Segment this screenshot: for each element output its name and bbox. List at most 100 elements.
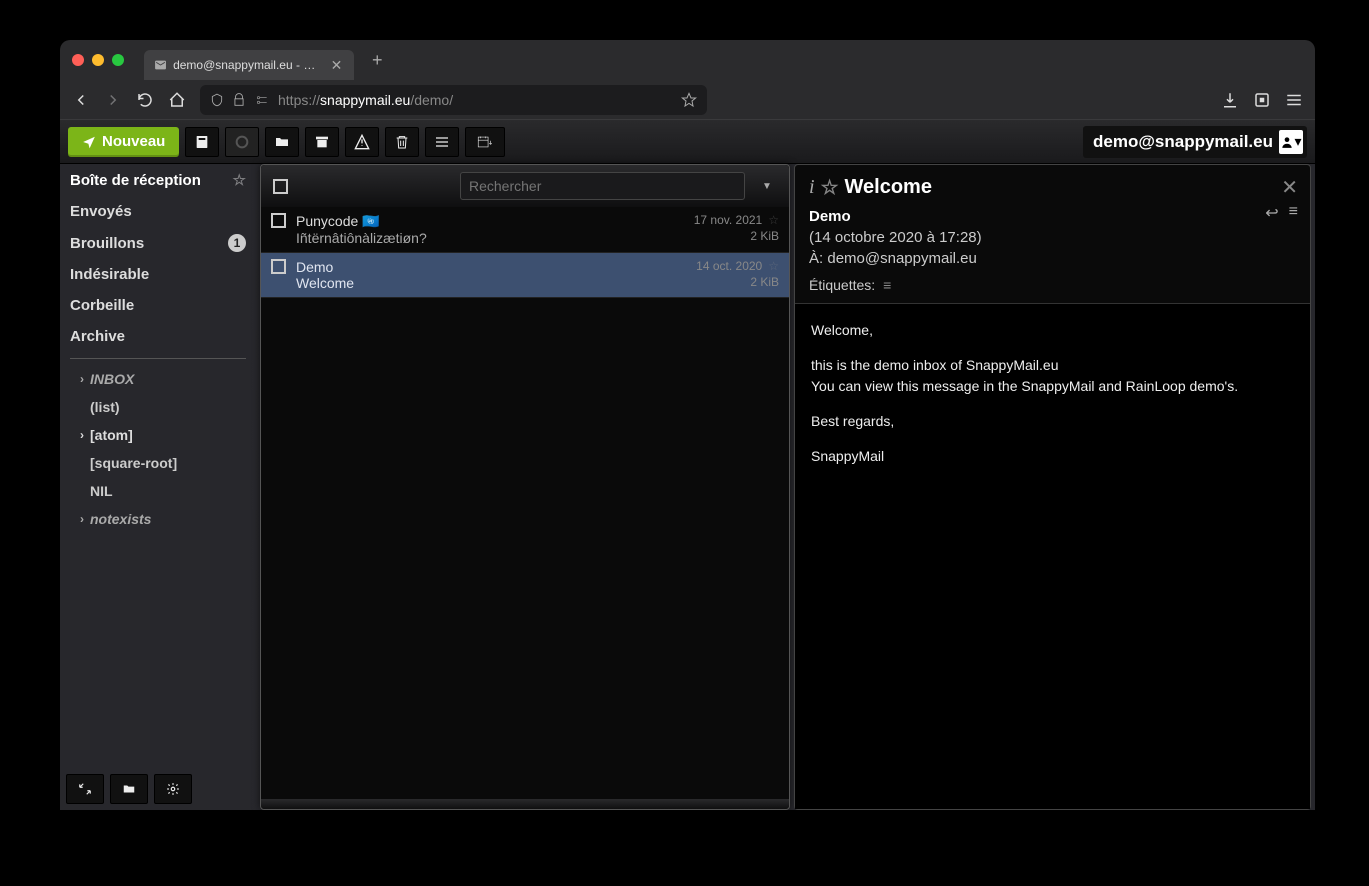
subfolder-label: (list) — [90, 399, 120, 415]
folder-inbox[interactable]: Boîte de réception ☆ — [60, 164, 256, 196]
folder-button[interactable] — [265, 127, 299, 157]
message-date: 17 nov. 2021 — [694, 213, 763, 227]
reader-date: (14 octobre 2020 à 17:28) — [809, 229, 982, 246]
folder-trash[interactable]: Corbeille — [60, 290, 256, 321]
delete-button[interactable] — [385, 127, 419, 157]
message-subject: Iñtërnâtiônàlizætiøn? — [296, 230, 684, 246]
folder-drafts[interactable]: Brouillons 1 — [60, 227, 256, 259]
compose-button[interactable]: Nouveau — [68, 127, 179, 157]
reader-panel: i ☆ Welcome ✕ ↩ ≡ Demo (14 octobre 2020 … — [794, 164, 1311, 810]
subfolder-label: NIL — [90, 483, 113, 499]
star-icon[interactable]: ☆ — [768, 213, 779, 227]
body-text: this is the demo inbox of SnappyMail.eu — [811, 355, 1294, 376]
reply-icon[interactable]: ↩ — [1265, 203, 1278, 223]
tab-title: demo@snappymail.eu - Boîte m... — [173, 58, 323, 72]
extensions-icon[interactable] — [1253, 91, 1271, 109]
sidebar-bottom — [60, 768, 256, 810]
contacts-button[interactable] — [185, 127, 219, 157]
browser-window: demo@snappymail.eu - Boîte m... ✕ + http… — [60, 40, 1315, 810]
calendar-button[interactable] — [465, 127, 505, 157]
titlebar: demo@snappymail.eu - Boîte m... ✕ + — [60, 40, 1315, 80]
sidebar: Boîte de réception ☆ Envoyés Brouillons … — [60, 164, 256, 810]
downloads-icon[interactable] — [1221, 91, 1239, 109]
message-row[interactable]: Demo Welcome 14 oct. 2020☆ 2 KiB — [261, 253, 789, 298]
folder-sent[interactable]: Envoyés — [60, 196, 256, 227]
message-date: 14 oct. 2020 — [696, 259, 762, 273]
reader-from: Demo — [809, 208, 851, 225]
mail-icon — [154, 58, 167, 72]
message-checkbox[interactable] — [271, 259, 286, 274]
search-advanced-toggle[interactable]: ▼ — [757, 172, 777, 200]
back-button[interactable] — [72, 91, 90, 109]
folder-label: Envoyés — [70, 203, 132, 220]
send-icon — [82, 135, 96, 149]
unread-badge: 1 — [228, 234, 246, 252]
tags-menu-icon[interactable]: ≡ — [883, 277, 891, 293]
reader-info: Demo (14 octobre 2020 à 17:28) À: demo@s… — [809, 206, 1296, 269]
star-icon[interactable]: ☆ — [821, 175, 839, 200]
compose-label: Nouveau — [102, 133, 165, 150]
folder-archive[interactable]: Archive — [60, 321, 256, 352]
browser-tab[interactable]: demo@snappymail.eu - Boîte m... ✕ — [144, 50, 354, 80]
urlbar: https://snappymail.eu/demo/ — [60, 80, 1315, 120]
subfolder-squareroot[interactable]: [square-root] — [60, 449, 256, 477]
more-button[interactable] — [425, 127, 459, 157]
subfolder-label: INBOX — [90, 371, 134, 387]
bookmark-star-icon[interactable] — [681, 92, 697, 108]
user-icon: ▾ — [1279, 130, 1303, 154]
reload-button[interactable] — [136, 91, 154, 109]
folder-label: Archive — [70, 328, 125, 345]
star-icon[interactable]: ☆ — [768, 259, 779, 273]
forward-button[interactable] — [104, 91, 122, 109]
message-list-panel: ▼ Punycode 🇺🇳 Iñtërnâtiônàlizætiøn? 17 n… — [260, 164, 790, 810]
reader-header: i ☆ Welcome ✕ ↩ ≡ Demo (14 octobre 2020 … — [795, 165, 1310, 304]
star-icon[interactable]: ☆ — [233, 171, 246, 189]
subfolder-atom[interactable]: › [atom] — [60, 421, 256, 449]
folder-spam[interactable]: Indésirable — [60, 259, 256, 290]
main-layout: Boîte de réception ☆ Envoyés Brouillons … — [60, 164, 1315, 810]
message-size: 2 KiB — [750, 229, 779, 243]
collapse-button[interactable] — [66, 774, 104, 804]
reader-body: Welcome, this is the demo inbox of Snapp… — [795, 304, 1310, 809]
spam-button[interactable] — [345, 127, 379, 157]
settings-button[interactable] — [154, 774, 192, 804]
window-close-icon[interactable] — [72, 54, 84, 66]
permissions-icon — [254, 93, 270, 107]
body-text: Welcome, — [811, 320, 1294, 341]
reader-subject: Welcome — [845, 176, 932, 199]
subfolder-notexists[interactable]: › notexists — [60, 505, 256, 533]
select-all-checkbox[interactable] — [273, 179, 288, 194]
window-minimize-icon[interactable] — [92, 54, 104, 66]
folder-label: Brouillons — [70, 235, 144, 252]
message-row[interactable]: Punycode 🇺🇳 Iñtërnâtiônàlizætiøn? 17 nov… — [261, 207, 789, 253]
url-field[interactable]: https://snappymail.eu/demo/ — [200, 85, 707, 115]
message-subject: Welcome — [296, 275, 686, 291]
body-text: Best regards, — [811, 411, 1294, 432]
window-maximize-icon[interactable] — [112, 54, 124, 66]
tab-close-icon[interactable]: ✕ — [329, 57, 344, 73]
account-email: demo@snappymail.eu — [1093, 132, 1273, 152]
message-list: Punycode 🇺🇳 Iñtërnâtiônàlizætiøn? 17 nov… — [261, 207, 789, 799]
close-icon[interactable]: ✕ — [1281, 175, 1298, 200]
subfolder-label: [atom] — [90, 427, 133, 443]
message-checkbox[interactable] — [271, 213, 286, 228]
folder-label: Corbeille — [70, 297, 134, 314]
subfolder-list[interactable]: (list) — [60, 393, 256, 421]
subfolder-label: [square-root] — [90, 455, 177, 471]
search-input[interactable] — [460, 172, 745, 200]
subfolder-nil[interactable]: NIL — [60, 477, 256, 505]
menu-icon[interactable] — [1285, 91, 1303, 109]
lock-icon — [232, 93, 246, 107]
traffic-lights — [72, 54, 124, 66]
refresh-button[interactable] — [225, 127, 259, 157]
subfolder-inbox[interactable]: › INBOX — [60, 365, 256, 393]
folders-button[interactable] — [110, 774, 148, 804]
archive-button[interactable] — [305, 127, 339, 157]
account-menu[interactable]: demo@snappymail.eu ▾ — [1083, 126, 1307, 158]
home-button[interactable] — [168, 91, 186, 109]
url-text: https://snappymail.eu/demo/ — [278, 92, 453, 108]
info-icon[interactable]: i — [809, 176, 815, 199]
menu-icon[interactable]: ≡ — [1289, 203, 1298, 223]
body-text: SnappyMail — [811, 446, 1294, 467]
new-tab-button[interactable]: + — [364, 46, 391, 75]
